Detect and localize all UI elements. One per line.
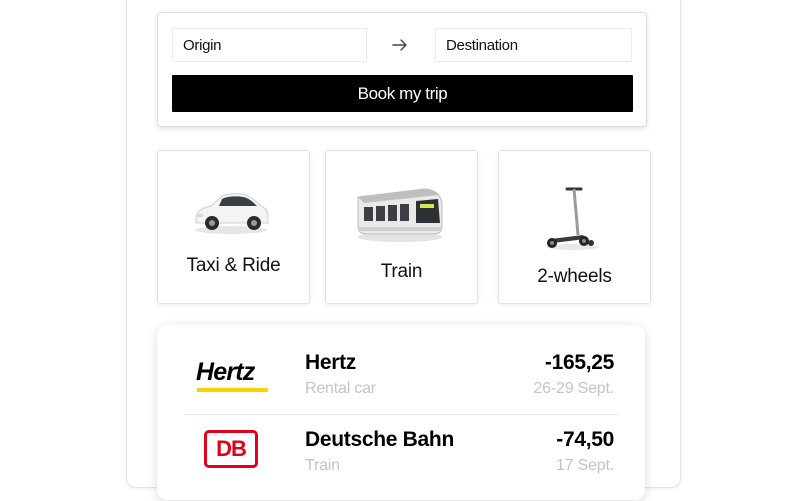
row-divider bbox=[184, 414, 618, 415]
transaction-date: 26-29 Sept. bbox=[533, 380, 614, 397]
origin-input[interactable] bbox=[172, 28, 367, 62]
merchant-name: Deutsche Bahn bbox=[305, 428, 454, 451]
mode-label: Taxi & Ride bbox=[186, 255, 281, 276]
mode-label: Train bbox=[380, 261, 423, 282]
db-logo: DB bbox=[204, 430, 260, 468]
merchant-category: Rental car bbox=[305, 380, 376, 397]
arrow-right-icon bbox=[392, 39, 407, 51]
hertz-logo: Hertz bbox=[196, 358, 276, 392]
destination-input[interactable] bbox=[435, 28, 632, 62]
merchant-category: Train bbox=[305, 457, 340, 474]
transaction-date: 17 Sept. bbox=[555, 457, 614, 474]
mode-tile-taxi-ride[interactable]: Taxi & Ride bbox=[157, 150, 310, 304]
transaction-amount: -74,50 bbox=[556, 428, 614, 451]
train-icon bbox=[357, 188, 443, 242]
mode-label: 2-wheels bbox=[537, 266, 612, 287]
mode-tile-train[interactable]: Train bbox=[325, 150, 478, 304]
transaction-amount: -165,25 bbox=[544, 351, 614, 374]
book-my-trip-button[interactable]: Book my trip bbox=[172, 75, 633, 112]
transactions-card: Hertz Hertz Rental car -165,25 26-29 Sep… bbox=[157, 325, 645, 500]
merchant-name: Hertz bbox=[305, 351, 357, 374]
transaction-row[interactable]: Hertz Hertz Rental car -165,25 26-29 Sep… bbox=[157, 345, 645, 421]
car-icon bbox=[195, 193, 269, 234]
transaction-row[interactable]: DB Deutsche Bahn Train -74,50 17 Sept. bbox=[157, 422, 645, 498]
trip-search-card: Book my trip bbox=[157, 12, 647, 127]
mode-tile-2-wheels[interactable]: 2-wheels bbox=[498, 150, 651, 304]
scooter-icon bbox=[547, 187, 599, 250]
